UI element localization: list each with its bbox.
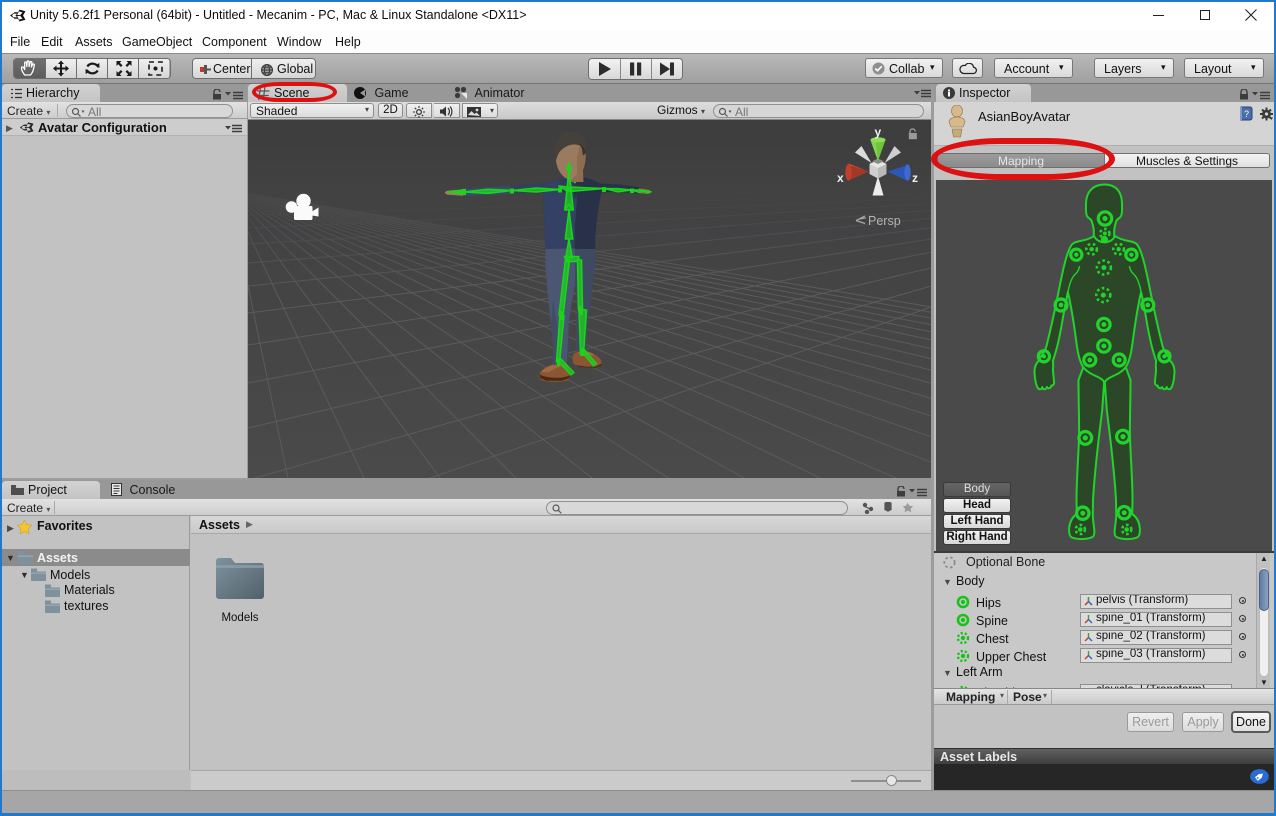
svg-text:Persp: Persp	[868, 214, 901, 228]
svg-text:y: y	[875, 125, 882, 139]
svg-text:?: ?	[1244, 109, 1249, 119]
svg-text:x: x	[837, 171, 844, 185]
svg-text:z: z	[912, 171, 918, 185]
